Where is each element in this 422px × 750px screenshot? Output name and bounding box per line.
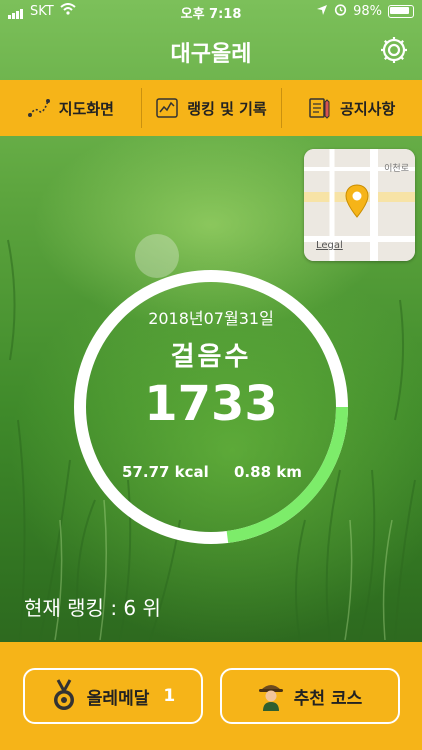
route-icon	[27, 99, 50, 117]
menu-ranking-records[interactable]: 랭킹 및 기록	[140, 80, 282, 136]
menu-notice[interactable]: 공지사항	[281, 80, 422, 136]
map-thumbnail[interactable]: 이천로 Legal	[304, 149, 415, 261]
location-pin-icon	[345, 184, 369, 218]
menu-map-view[interactable]: 지도화면	[0, 80, 141, 136]
app-header: 대구올레	[0, 22, 422, 80]
olle-medal-label: 올레메달	[86, 688, 150, 709]
olle-medal-button[interactable]: 올레메달 1	[23, 668, 203, 724]
alarm-icon	[334, 3, 347, 20]
menu-notice-label: 공지사항	[340, 99, 396, 118]
battery-icon	[388, 5, 414, 18]
location-arrow-icon	[316, 4, 328, 20]
steps-count: 1733	[144, 376, 278, 432]
medal-icon	[53, 679, 74, 710]
status-bar: SKT 오후 7:18 98%	[0, 0, 422, 22]
app-title: 대구올레	[170, 42, 252, 67]
calories-value: 57.77 kcal	[122, 463, 209, 481]
map-legal-link[interactable]: Legal	[316, 240, 343, 251]
menu-bar: 지도화면 랭킹 및 기록 공지사항	[0, 80, 422, 136]
battery-percent: 98%	[353, 4, 382, 19]
current-ranking: 현재 랭킹 : 6 위	[24, 596, 161, 620]
map-road-label: 이천로	[384, 164, 409, 174]
menu-ranking-records-label: 랭킹 및 기록	[187, 99, 267, 118]
hiker-icon	[258, 685, 283, 711]
notice-icon	[309, 98, 330, 119]
olle-medal-count: 1	[163, 686, 176, 706]
steps-date: 2018년07월31일	[148, 309, 274, 328]
distance-value: 0.88 km	[234, 463, 302, 481]
chart-icon	[156, 98, 179, 118]
recommended-course-button[interactable]: 추천 코스	[220, 668, 400, 724]
settings-gear-icon[interactable]	[378, 34, 410, 66]
steps-label: 걸음수	[170, 342, 252, 372]
menu-map-view-label: 지도화면	[58, 99, 114, 118]
recommended-course-label: 추천 코스	[293, 688, 363, 709]
